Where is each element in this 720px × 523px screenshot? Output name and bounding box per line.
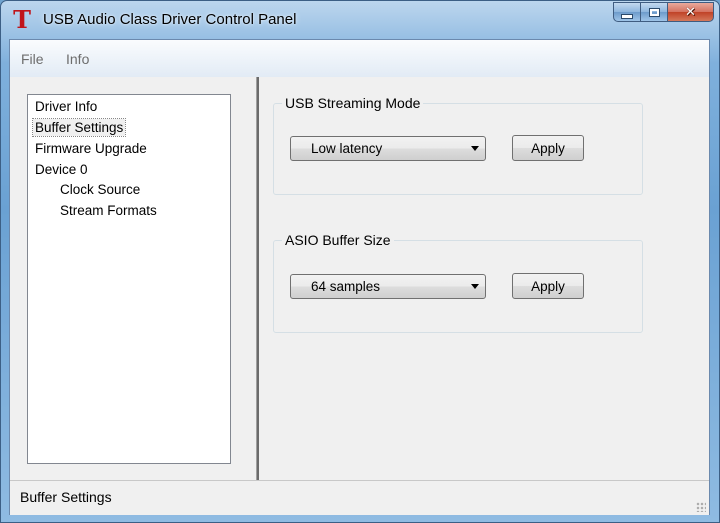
maximize-icon <box>648 7 660 17</box>
dropdown-arrow-icon <box>471 284 479 289</box>
tree-item-clock-source[interactable]: Clock Source <box>58 181 142 198</box>
navigation-tree[interactable]: Driver Info Buffer Settings Firmware Upg… <box>27 94 231 464</box>
title-bar[interactable]: T USB Audio Class Driver Control Panel ✕ <box>1 1 719 39</box>
asio-buffer-size-select[interactable]: 64 samples <box>290 274 486 299</box>
menu-info[interactable]: Info <box>66 51 89 67</box>
usb-streaming-title: USB Streaming Mode <box>282 95 424 111</box>
caption-buttons: ✕ <box>613 2 714 22</box>
minimize-icon <box>621 13 633 19</box>
asio-buffer-size-value: 64 samples <box>311 279 381 294</box>
app-logo-icon: T <box>13 5 31 34</box>
asio-buffer-apply-button[interactable]: Apply <box>512 273 584 299</box>
usb-streaming-group: USB Streaming Mode Low latency Apply <box>273 95 643 195</box>
client-area: File Info Driver Info Buffer Settings Fi… <box>9 39 710 515</box>
tree-item-firmware-upgrade[interactable]: Firmware Upgrade <box>33 140 149 157</box>
usb-streaming-mode-select[interactable]: Low latency <box>290 136 486 161</box>
usb-streaming-apply-button[interactable]: Apply <box>512 135 584 161</box>
window-frame: T USB Audio Class Driver Control Panel ✕… <box>0 0 720 523</box>
tree-item-device-0[interactable]: Device 0 <box>33 161 90 178</box>
minimize-button[interactable] <box>613 2 641 22</box>
maximize-button[interactable] <box>641 2 668 22</box>
status-bar: Buffer Settings <box>10 480 709 515</box>
close-icon: ✕ <box>685 4 696 20</box>
menu-file[interactable]: File <box>21 51 44 67</box>
usb-streaming-mode-value: Low latency <box>311 141 383 156</box>
dropdown-arrow-icon <box>471 146 479 151</box>
status-text: Buffer Settings <box>20 489 112 505</box>
asio-buffer-group: ASIO Buffer Size 64 samples Apply <box>273 232 643 333</box>
splitter-shadow <box>257 77 259 480</box>
asio-buffer-title: ASIO Buffer Size <box>282 232 394 248</box>
tree-item-stream-formats[interactable]: Stream Formats <box>58 202 159 219</box>
resize-grip-icon[interactable] <box>696 502 706 512</box>
close-button[interactable]: ✕ <box>668 2 714 22</box>
tree-item-driver-info[interactable]: Driver Info <box>33 98 99 115</box>
main-body: Driver Info Buffer Settings Firmware Upg… <box>10 77 709 480</box>
menu-bar: File Info <box>10 40 709 78</box>
pane-splitter[interactable] <box>248 77 266 480</box>
window-title: USB Audio Class Driver Control Panel <box>43 11 297 28</box>
tree-item-buffer-settings[interactable]: Buffer Settings <box>31 118 127 137</box>
